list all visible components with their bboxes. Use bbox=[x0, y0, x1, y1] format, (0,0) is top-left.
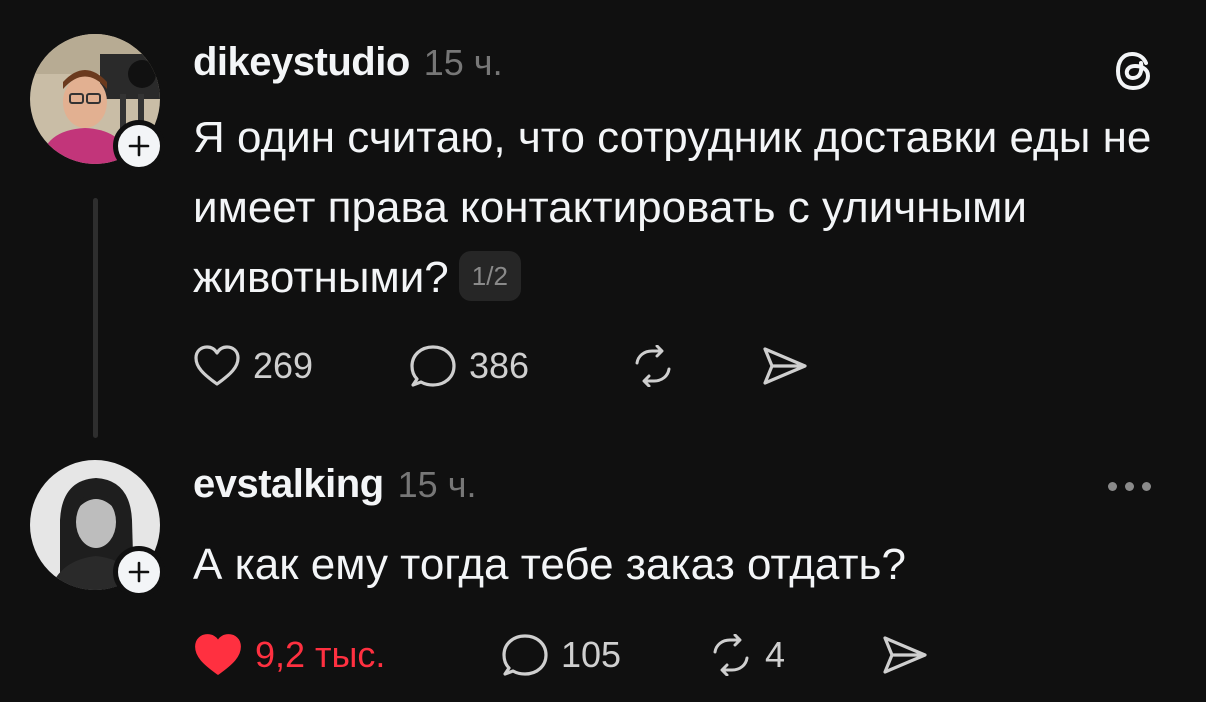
follow-button-dikeystudio[interactable] bbox=[113, 120, 165, 172]
username[interactable]: evstalking bbox=[193, 462, 384, 507]
reply-button[interactable]: 105 bbox=[501, 632, 709, 678]
post-timestamp: 15 ч. bbox=[397, 464, 477, 505]
repost-count: 4 bbox=[765, 634, 786, 675]
repost-icon bbox=[635, 345, 671, 387]
post-body: Я один считаю, что сотрудник доставки ед… bbox=[193, 103, 1183, 313]
reply-bubble-icon bbox=[502, 634, 548, 676]
reply-count: 105 bbox=[561, 634, 622, 675]
reply-body: А как ему тогда тебе заказ отдать? bbox=[193, 530, 1183, 600]
plus-icon bbox=[128, 135, 150, 157]
repost-button[interactable] bbox=[631, 345, 761, 387]
like-button[interactable]: 269 bbox=[193, 344, 409, 388]
post-actions: 269 386 bbox=[193, 343, 809, 389]
username[interactable]: dikeystudio bbox=[193, 40, 410, 85]
thread-connector-line bbox=[93, 198, 98, 438]
reply-header: evstalking 15 ч. bbox=[193, 462, 476, 507]
post-text: Я один считаю, что сотрудник доставки ед… bbox=[193, 113, 1152, 302]
reply-button[interactable]: 386 bbox=[409, 343, 631, 389]
post-header: dikeystudio 15 ч. bbox=[193, 40, 503, 85]
like-count: 269 bbox=[253, 345, 314, 386]
plus-icon bbox=[128, 561, 150, 583]
send-icon bbox=[763, 347, 807, 385]
thread-page-indicator[interactable]: 1/2 bbox=[458, 251, 521, 302]
follow-button-evstalking[interactable] bbox=[113, 546, 165, 598]
more-dots-icon[interactable] bbox=[1108, 475, 1160, 497]
like-button[interactable]: 9,2 тыс. bbox=[193, 632, 501, 678]
heart-icon bbox=[195, 634, 241, 675]
reply-count: 386 bbox=[469, 345, 530, 386]
post-text: А как ему тогда тебе заказ отдать? bbox=[193, 540, 906, 589]
threads-feed: dikeystudio 15 ч. Я один считаю, что сот… bbox=[0, 0, 1206, 702]
share-button[interactable] bbox=[881, 634, 929, 676]
send-icon bbox=[883, 636, 927, 674]
repost-icon bbox=[713, 634, 749, 676]
threads-logo-icon[interactable] bbox=[1110, 46, 1160, 96]
repost-button[interactable]: 4 bbox=[709, 634, 881, 676]
heart-icon bbox=[194, 345, 240, 386]
like-count: 9,2 тыс. bbox=[255, 634, 386, 675]
post-timestamp: 15 ч. bbox=[423, 42, 503, 83]
reply-bubble-icon bbox=[410, 345, 456, 387]
share-button[interactable] bbox=[761, 345, 809, 387]
reply-actions: 9,2 тыс. 105 4 bbox=[193, 632, 929, 678]
